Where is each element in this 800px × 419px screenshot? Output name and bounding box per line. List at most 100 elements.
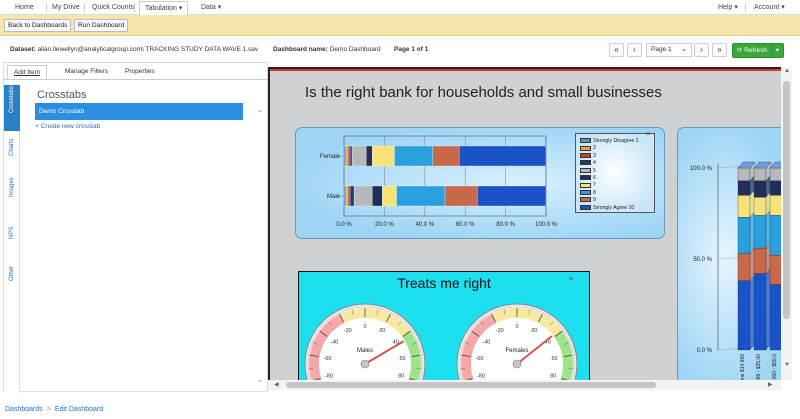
- page-select-value: Page 1: [651, 46, 672, 53]
- legend-label: Strongly Disagree 1: [593, 138, 639, 144]
- x-tick-label: ome $14,999: [740, 354, 746, 380]
- bar-segment: [769, 284, 781, 351]
- caret-down-icon: ▾: [779, 4, 785, 11]
- run-dashboard-button[interactable]: Run Dashboard: [74, 19, 129, 32]
- legend-swatch: [580, 197, 591, 203]
- x-tick-label: $14,999 - $35,00: [756, 354, 762, 380]
- breadcrumb-edit-dashboard[interactable]: Edit Dashboard: [55, 406, 103, 413]
- vertical-scrollbar[interactable]: ▲ ▼: [781, 67, 792, 380]
- scroll-right-icon[interactable]: ▶: [768, 381, 773, 388]
- gauge-tick-label: -40: [482, 340, 490, 346]
- crosstab-item-demo[interactable]: Demo Crosstab: [35, 103, 243, 120]
- page-info: Page 1 of 1: [394, 46, 429, 53]
- vtab-charts[interactable]: Charts: [4, 131, 20, 171]
- gauge-tick-label: -40: [330, 340, 338, 346]
- bar-segment: [477, 185, 547, 207]
- legend-label: 5: [593, 167, 596, 174]
- scroll-down-icon[interactable]: ▼: [784, 362, 790, 368]
- x-tick-label: 40.0 %: [415, 222, 434, 228]
- legend-swatch: [580, 182, 591, 188]
- legend-label: 9: [593, 197, 596, 204]
- vtab-images-label: Images: [9, 177, 15, 197]
- vtab-nps[interactable]: NPS: [4, 213, 20, 255]
- breadcrumb-dashboards[interactable]: Dashboards: [5, 406, 43, 413]
- scroll-up-icon[interactable]: ▲: [784, 68, 790, 74]
- nav-tabulation[interactable]: Tabulation ▾: [139, 1, 189, 15]
- previous-page-button[interactable]: ‹: [627, 43, 642, 57]
- legend-label: 4: [593, 160, 596, 167]
- left-panel: Add Item Manage Filters Properties Cross…: [3, 62, 269, 393]
- legend-label: 6: [593, 175, 596, 181]
- gauge-tick-label: -80: [477, 374, 485, 380]
- bar-chart-widget[interactable]: 0.0 % 20.0 % 40.0 % 60.0 % 80.0 % 100.0 % Fema…: [295, 127, 665, 239]
- bar-segment: [737, 167, 751, 181]
- legend-label: Strongly Agree 10: [593, 204, 635, 211]
- chevron-down-icon[interactable]: ⌄: [257, 375, 264, 384]
- gauge-widget[interactable]: Treats me right ≡ -80 -60 -40 -20 0 20 40 60 80 M…: [298, 271, 590, 380]
- gauge-tick-label: 0: [515, 324, 518, 330]
- page-select[interactable]: Page 1 ⌄: [646, 43, 692, 57]
- bar-segment: [351, 145, 367, 167]
- bar-segment: [737, 280, 751, 351]
- bar-segment: [343, 145, 347, 167]
- bar-segment: [432, 145, 460, 167]
- bar-top: [769, 161, 781, 169]
- back-to-dashboards-button[interactable]: Back to Dashboards: [4, 19, 72, 32]
- nav-help[interactable]: Help ▾: [718, 0, 738, 15]
- chevron-up-icon[interactable]: ⌃: [257, 109, 264, 118]
- y-tick-label: 100.0 %: [690, 166, 713, 172]
- caret-down-icon: ▾: [176, 5, 183, 12]
- legend-item: 6: [580, 175, 596, 182]
- gauge-label: Males: [357, 348, 373, 354]
- first-page-button[interactable]: «: [609, 43, 624, 57]
- chart-legend: Strongly Disagree 1 2 3 4 5 6 7 8 9 Strongly Agre…: [575, 133, 655, 213]
- next-page-button[interactable]: ›: [694, 43, 709, 57]
- bar-segment: [382, 185, 397, 207]
- gauge-tick-label: -20: [496, 328, 504, 334]
- y-tick-label: 0.0 %: [697, 348, 713, 354]
- caret-down-icon[interactable]: ▾: [776, 44, 779, 57]
- horizontal-scroll-thumb[interactable]: [286, 382, 656, 388]
- top-navigation: Home My Drive Quick Counts Tabulation ▾ …: [0, 0, 800, 15]
- nav-separator: [134, 3, 135, 12]
- legend-item: 2: [580, 145, 596, 152]
- create-crosstab-link[interactable]: + Create new crosstab: [35, 123, 100, 130]
- gauge-inner: [459, 306, 575, 380]
- refresh-button[interactable]: ⟳ Refresh ▾: [732, 43, 784, 58]
- nav-quick-counts[interactable]: Quick Counts: [92, 0, 134, 15]
- tab-manage-filters[interactable]: Manage Filters: [59, 65, 114, 79]
- caret-down-icon: ▾: [732, 4, 738, 11]
- nav-data-label: Data: [201, 4, 216, 11]
- widget-menu-icon[interactable]: ≡: [646, 131, 650, 138]
- horizontal-scrollbar[interactable]: ◀ ▶: [268, 380, 781, 390]
- bar-segment: [737, 253, 751, 281]
- refresh-icon: ⟳: [737, 47, 743, 54]
- tab-properties[interactable]: Properties: [119, 65, 161, 79]
- stacked-3d-chart-widget[interactable]: 0.0 % 50.0 % 100.0 % ome $14,999 $14,999 - $…: [677, 127, 781, 380]
- x-tick-label: 20.0 %: [375, 222, 394, 228]
- vertical-scroll-thumb[interactable]: [783, 81, 790, 319]
- vtab-other[interactable]: Other: [4, 255, 20, 297]
- button-divider: [771, 45, 772, 56]
- breadcrumb: Dashboards > Edit Dashboard: [5, 406, 103, 413]
- last-page-button[interactable]: »: [712, 43, 727, 57]
- tab-add-item[interactable]: Add Item: [7, 65, 48, 79]
- vtab-images[interactable]: Images: [4, 171, 20, 213]
- legend-item: 7: [580, 182, 596, 189]
- vtab-crosstabs[interactable]: Crosstabs: [4, 85, 20, 131]
- x-tick-label: 80.0 %: [496, 222, 515, 228]
- nav-data[interactable]: Data ▾: [201, 0, 221, 15]
- nav-my-drive[interactable]: My Drive: [52, 0, 80, 15]
- nav-account[interactable]: Account ▾: [754, 0, 785, 15]
- nav-home[interactable]: Home: [15, 0, 34, 15]
- scroll-left-icon[interactable]: ◀: [274, 381, 279, 388]
- gauge-tick-label: -80: [325, 374, 333, 380]
- dashboard-canvas: Is the right bank for households and sma…: [268, 67, 781, 380]
- nav-help-label: Help: [718, 4, 733, 11]
- bar-segment: [345, 145, 349, 167]
- bar-segment: [444, 185, 478, 207]
- vtab-crosstabs-label: Crosstabs: [9, 85, 15, 113]
- legend-swatch: [580, 167, 591, 173]
- stacked-3d-chart: 0.0 % 50.0 % 100.0 % ome $14,999 $14,999 - $…: [690, 161, 781, 380]
- bar-segment: [366, 145, 373, 167]
